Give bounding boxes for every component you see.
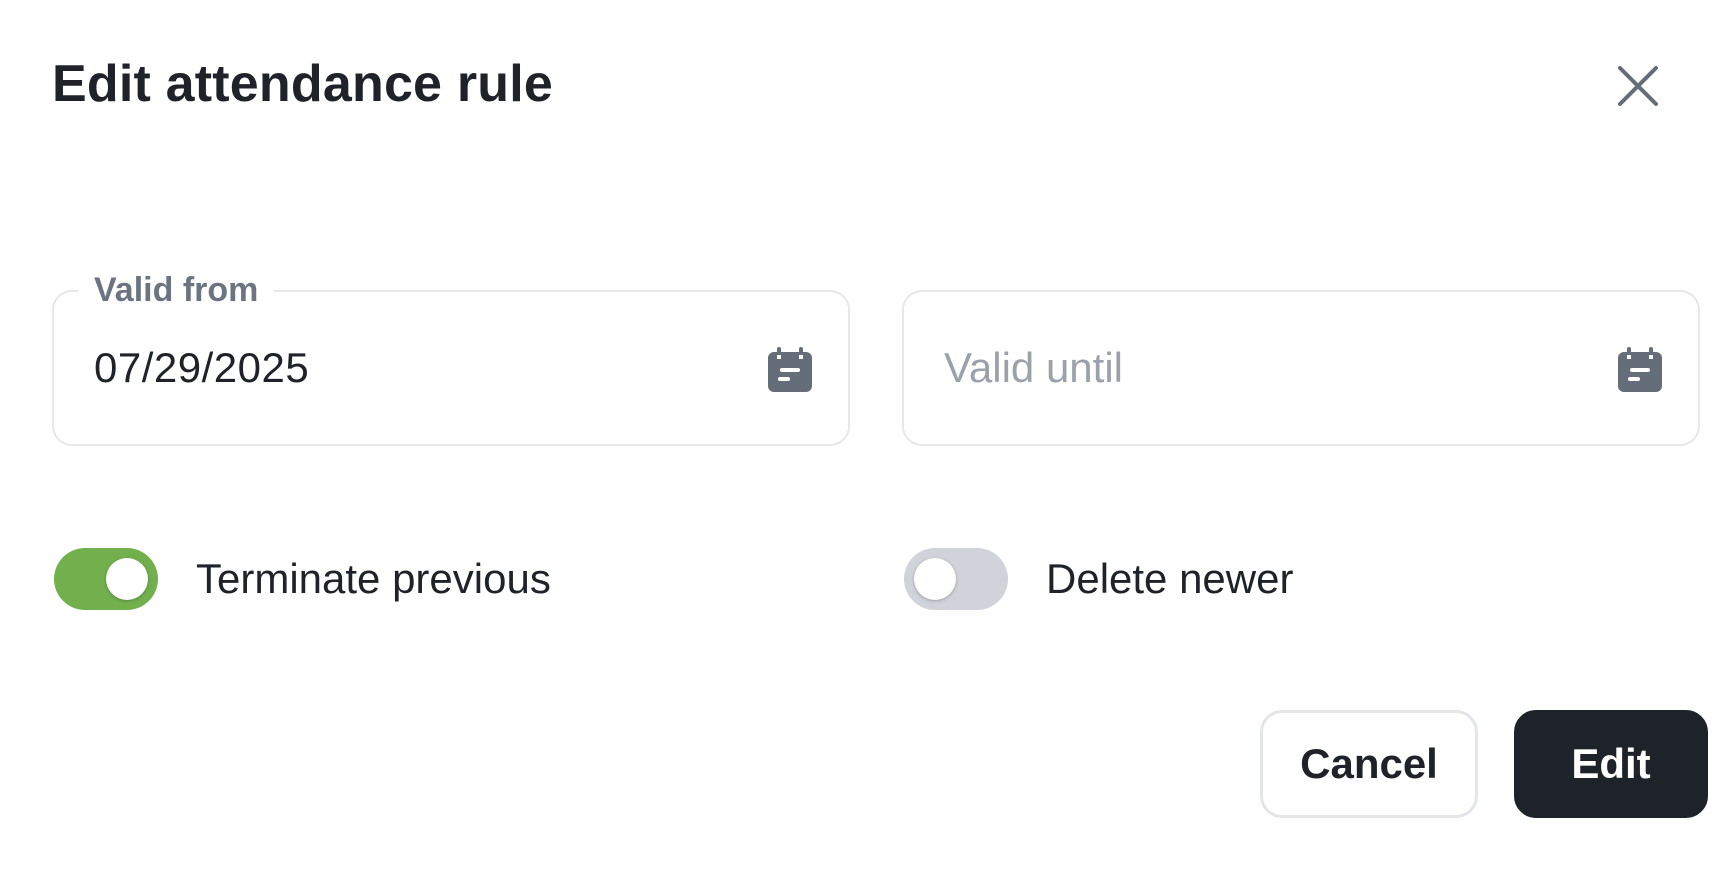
close-button[interactable] bbox=[1612, 60, 1664, 112]
terminate-previous-label: Terminate previous bbox=[196, 555, 551, 602]
edit-button[interactable]: Edit bbox=[1514, 710, 1708, 818]
edit-attendance-rule-dialog: Edit attendance rule Valid from 07/29/20… bbox=[0, 0, 1731, 873]
terminate-previous-row: Terminate previous bbox=[54, 548, 551, 610]
terminate-previous-toggle[interactable] bbox=[54, 548, 158, 610]
delete-newer-row: Delete newer bbox=[904, 548, 1293, 610]
calendar-icon[interactable] bbox=[1616, 346, 1664, 394]
delete-newer-toggle[interactable] bbox=[904, 548, 1008, 610]
dialog-title: Edit attendance rule bbox=[52, 55, 553, 113]
toggle-knob bbox=[914, 558, 956, 600]
valid-from-label: Valid from bbox=[78, 268, 275, 312]
calendar-icon[interactable] bbox=[766, 346, 814, 394]
delete-newer-label: Delete newer bbox=[1046, 555, 1294, 602]
cancel-button[interactable]: Cancel bbox=[1260, 710, 1478, 818]
valid-from-value: 07/29/2025 bbox=[94, 344, 310, 391]
valid-from-field[interactable]: Valid from 07/29/2025 bbox=[52, 268, 850, 446]
close-icon bbox=[1618, 66, 1658, 106]
valid-until-placeholder: Valid until bbox=[944, 344, 1123, 391]
toggle-knob bbox=[106, 558, 148, 600]
valid-until-field[interactable]: Valid until bbox=[902, 290, 1700, 446]
